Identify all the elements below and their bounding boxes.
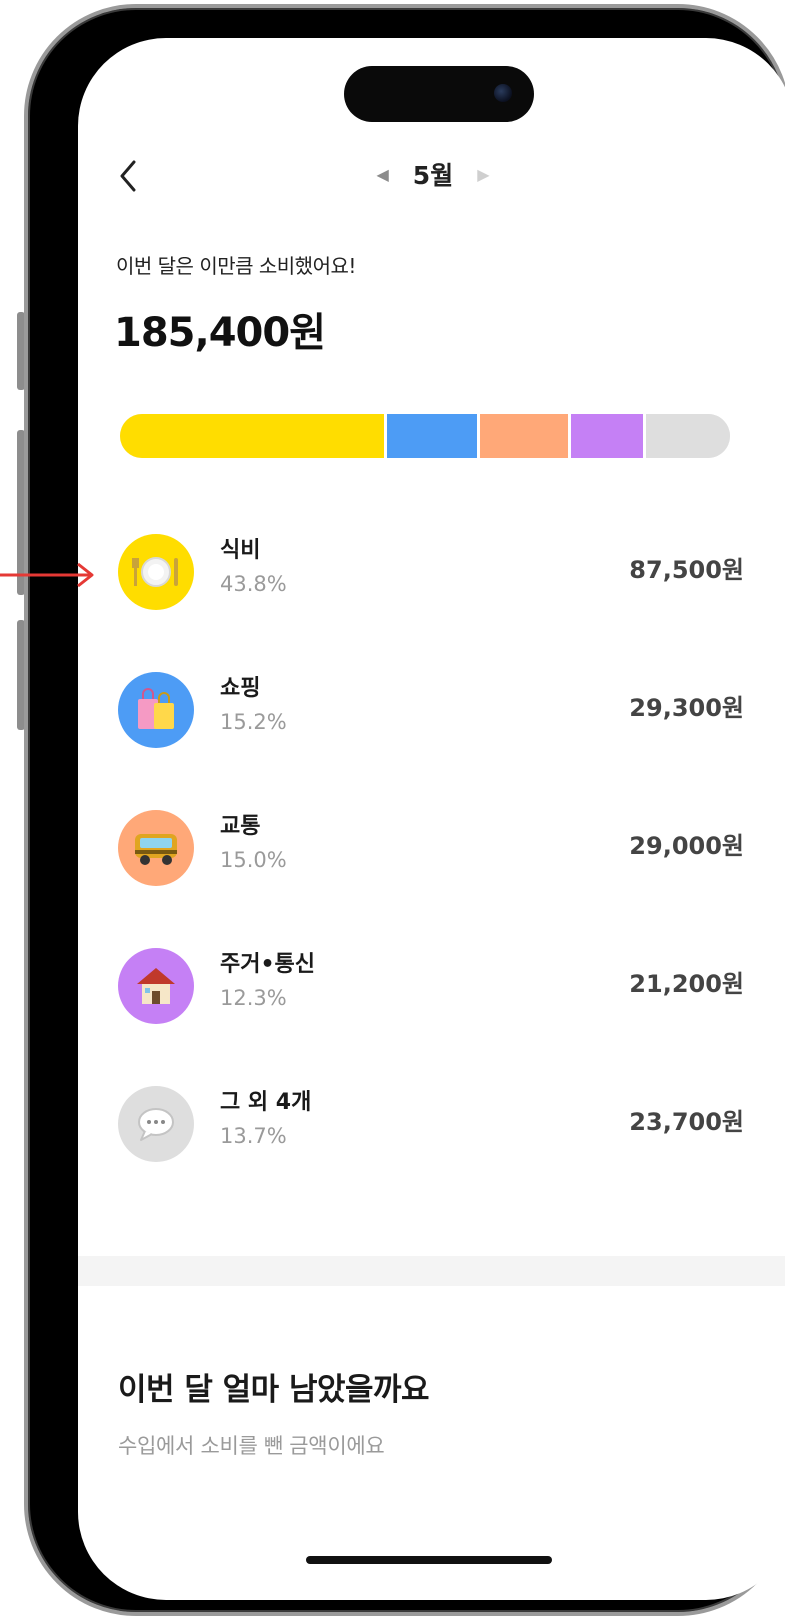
bus-icon	[135, 834, 177, 865]
category-name: 그 외 4개	[220, 1090, 312, 1115]
category-row-transport[interactable]: 교통 15.0% 29,000원	[78, 804, 785, 942]
front-camera-icon	[494, 84, 512, 102]
month-navigator: ◀ 5월 ▶	[348, 152, 518, 196]
phone-frame: ◀ 5월 ▶ 이번 달은 이만큼 소비했어요! 185,400원 식비 43.8…	[24, 4, 785, 1616]
category-percent: 15.0%	[220, 848, 287, 872]
category-amount: 29,000원	[629, 832, 744, 860]
next-month-button[interactable]: ▶	[477, 165, 489, 184]
category-icon-housing	[118, 948, 194, 1024]
spending-subtitle: 이번 달은 이만큼 소비했어요!	[116, 254, 356, 278]
category-row-food[interactable]: 식비 43.8% 87,500원	[78, 528, 785, 666]
category-percent: 43.8%	[220, 572, 287, 596]
category-amount: 29,300원	[629, 694, 744, 722]
red-arrow-icon	[0, 562, 94, 588]
section-divider	[78, 1256, 785, 1286]
category-percent: 12.3%	[220, 986, 287, 1010]
dynamic-island	[344, 66, 534, 122]
category-icon-shopping	[118, 672, 194, 748]
category-icon-others	[118, 1086, 194, 1162]
spending-bar-segment-3	[479, 414, 572, 458]
home-indicator[interactable]	[306, 1556, 552, 1564]
month-label: 5월	[412, 161, 454, 190]
category-amount: 87,500원	[629, 556, 744, 584]
spending-total: 185,400원	[114, 310, 326, 356]
category-percent: 13.7%	[220, 1124, 287, 1148]
spending-breakdown-bar	[120, 414, 730, 458]
category-name: 식비	[220, 538, 261, 563]
category-icon-transport	[118, 810, 194, 886]
category-row-others[interactable]: 그 외 4개 13.7% 23,700원	[78, 1080, 785, 1218]
category-amount: 21,200원	[629, 970, 744, 998]
category-percent: 15.2%	[220, 710, 287, 734]
category-row-shopping[interactable]: 쇼핑 15.2% 29,300원	[78, 666, 785, 804]
category-row-housing[interactable]: 주거•통신 12.3% 21,200원	[78, 942, 785, 1080]
category-name: 쇼핑	[220, 676, 261, 701]
category-list: 식비 43.8% 87,500원 쇼핑 15.2% 29,300원 교통 15.…	[78, 528, 785, 1218]
chevron-left-icon	[120, 160, 136, 192]
back-button[interactable]	[110, 154, 146, 198]
speech-bubble-icon	[138, 1108, 174, 1141]
spending-bar-segment-5	[646, 414, 730, 458]
category-name: 교통	[220, 814, 261, 839]
app-screen: ◀ 5월 ▶ 이번 달은 이만큼 소비했어요! 185,400원 식비 43.8…	[78, 38, 785, 1600]
plate-cutlery-icon	[132, 557, 178, 587]
remaining-subtitle: 수입에서 소비를 뺀 금액이에요	[118, 1434, 385, 1458]
category-name: 주거•통신	[220, 952, 316, 977]
category-icon-food	[118, 534, 194, 610]
remaining-title: 이번 달 얼마 남았을까요	[118, 1372, 430, 1408]
spending-bar-segment-4	[571, 414, 647, 458]
shopping-bag-icon	[138, 688, 174, 729]
spending-bar-segment-1	[120, 414, 388, 458]
prev-month-button[interactable]: ◀	[376, 165, 388, 184]
house-icon	[137, 968, 175, 1004]
spending-bar-segment-2	[387, 414, 480, 458]
category-amount: 23,700원	[629, 1108, 744, 1136]
